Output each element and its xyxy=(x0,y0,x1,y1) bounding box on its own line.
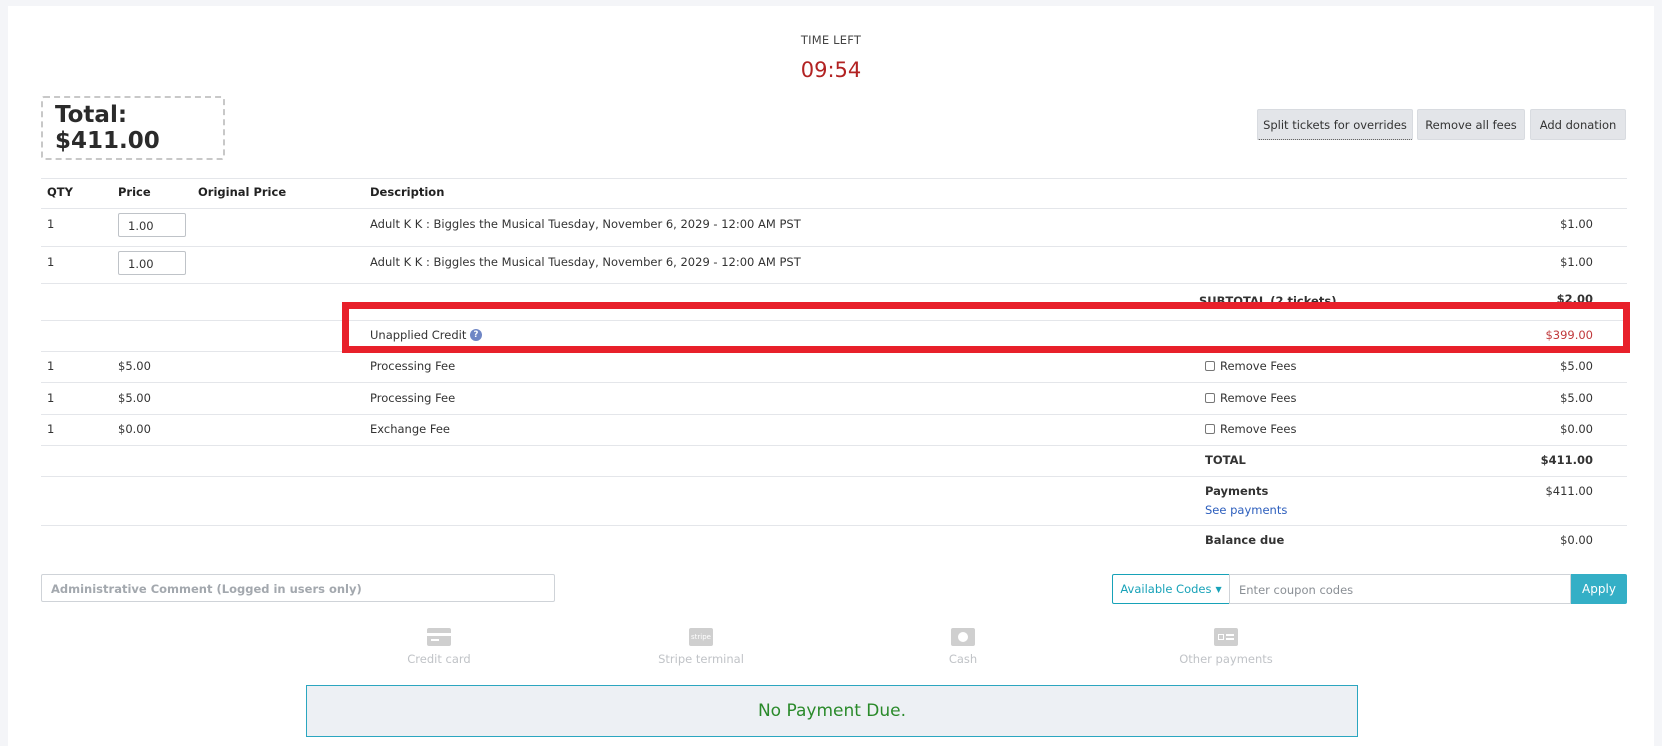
credit-card-icon xyxy=(427,628,451,646)
payment-option-credit-card[interactable]: Credit card xyxy=(369,628,509,666)
fee-description: Processing Fee xyxy=(370,391,456,405)
no-payment-due-banner: No Payment Due. xyxy=(306,685,1358,737)
divider xyxy=(41,382,1627,383)
divider xyxy=(41,283,1627,284)
remove-fees-checkbox[interactable] xyxy=(1205,424,1215,434)
fee-price: $0.00 xyxy=(118,422,151,436)
remove-fees-checkbox[interactable] xyxy=(1205,393,1215,403)
remove-all-fees-button[interactable]: Remove all fees xyxy=(1417,109,1525,140)
divider xyxy=(41,414,1627,415)
payments-label: Payments xyxy=(1205,484,1269,498)
remove-fees-label: Remove Fees xyxy=(1220,359,1297,373)
fee-price: $5.00 xyxy=(118,359,151,373)
fee-qty: 1 xyxy=(47,359,55,373)
apply-button[interactable]: Apply xyxy=(1571,574,1627,604)
fee-amount: $5.00 xyxy=(1560,359,1593,373)
payment-option-label: Stripe terminal xyxy=(658,652,744,666)
divider xyxy=(41,476,1627,477)
other-payments-icon xyxy=(1214,628,1238,646)
see-payments-link[interactable]: See payments xyxy=(1205,503,1287,517)
available-codes-label: Available Codes xyxy=(1120,582,1212,596)
divider xyxy=(41,208,1627,209)
total-row-label: TOTAL xyxy=(1205,453,1246,467)
time-left-value: 09:54 xyxy=(800,58,862,82)
caret-down-icon: ▼ xyxy=(1215,584,1222,594)
payment-option-cash[interactable]: Cash xyxy=(893,628,1033,666)
ticket-amount: $1.00 xyxy=(1560,217,1593,231)
payment-option-stripe-terminal[interactable]: stripe Stripe terminal xyxy=(631,628,771,666)
fee-description: Processing Fee xyxy=(370,359,456,373)
fee-description: Exchange Fee xyxy=(370,422,450,436)
header-qty: QTY xyxy=(47,185,73,199)
payment-option-label: Cash xyxy=(948,652,978,666)
payment-option-other[interactable]: Other payments xyxy=(1156,628,1296,666)
fee-amount: $0.00 xyxy=(1560,422,1593,436)
divider xyxy=(41,525,1627,526)
ticket-qty: 1 xyxy=(47,255,55,269)
admin-comment-input[interactable]: Administrative Comment (Logged in users … xyxy=(41,574,555,602)
remove-fees-checkbox[interactable] xyxy=(1205,361,1215,371)
time-left-label: TIME LEFT xyxy=(800,33,862,47)
remove-fees-label: Remove Fees xyxy=(1220,391,1297,405)
ticket-description: Adult K K : Biggles the Musical Tuesday,… xyxy=(370,217,801,231)
header-original-price: Original Price xyxy=(198,185,287,199)
add-donation-button[interactable]: Add donation xyxy=(1530,109,1626,140)
fee-price: $5.00 xyxy=(118,391,151,405)
ticket-qty: 1 xyxy=(47,217,55,231)
fee-qty: 1 xyxy=(47,422,55,436)
ticket-description: Adult K K : Biggles the Musical Tuesday,… xyxy=(370,255,801,269)
ticket-price-input[interactable]: 1.00 xyxy=(118,251,186,275)
fee-qty: 1 xyxy=(47,391,55,405)
checkout-page: TIME LEFT 09:54 Total: $411.00 Split tic… xyxy=(8,6,1654,746)
header-price: Price xyxy=(118,185,151,199)
ticket-amount: $1.00 xyxy=(1560,255,1593,269)
ticket-price-input[interactable]: 1.00 xyxy=(118,213,186,237)
payment-option-label: Other payments xyxy=(1179,652,1273,666)
total-label: Total: $411.00 xyxy=(55,102,160,154)
coupon-code-input[interactable]: Enter coupon codes xyxy=(1229,574,1571,604)
payments-amount: $411.00 xyxy=(1545,484,1593,498)
divider xyxy=(41,246,1627,247)
payment-option-label: Credit card xyxy=(407,652,471,666)
divider xyxy=(41,445,1627,446)
total-box: Total: $411.00 xyxy=(41,96,225,160)
available-codes-dropdown[interactable]: Available Codes ▼ xyxy=(1112,574,1230,604)
remove-fees-label: Remove Fees xyxy=(1220,422,1297,436)
balance-due-label: Balance due xyxy=(1205,533,1285,547)
cash-icon xyxy=(951,628,975,646)
balance-due-amount: $0.00 xyxy=(1560,533,1593,547)
divider xyxy=(41,178,1627,179)
fee-amount: $5.00 xyxy=(1560,391,1593,405)
total-row-amount: $411.00 xyxy=(1540,453,1593,467)
split-tickets-button[interactable]: Split tickets for overrides xyxy=(1257,109,1413,140)
highlight-box xyxy=(342,302,1630,353)
header-description: Description xyxy=(370,185,445,199)
stripe-icon: stripe xyxy=(689,628,713,646)
